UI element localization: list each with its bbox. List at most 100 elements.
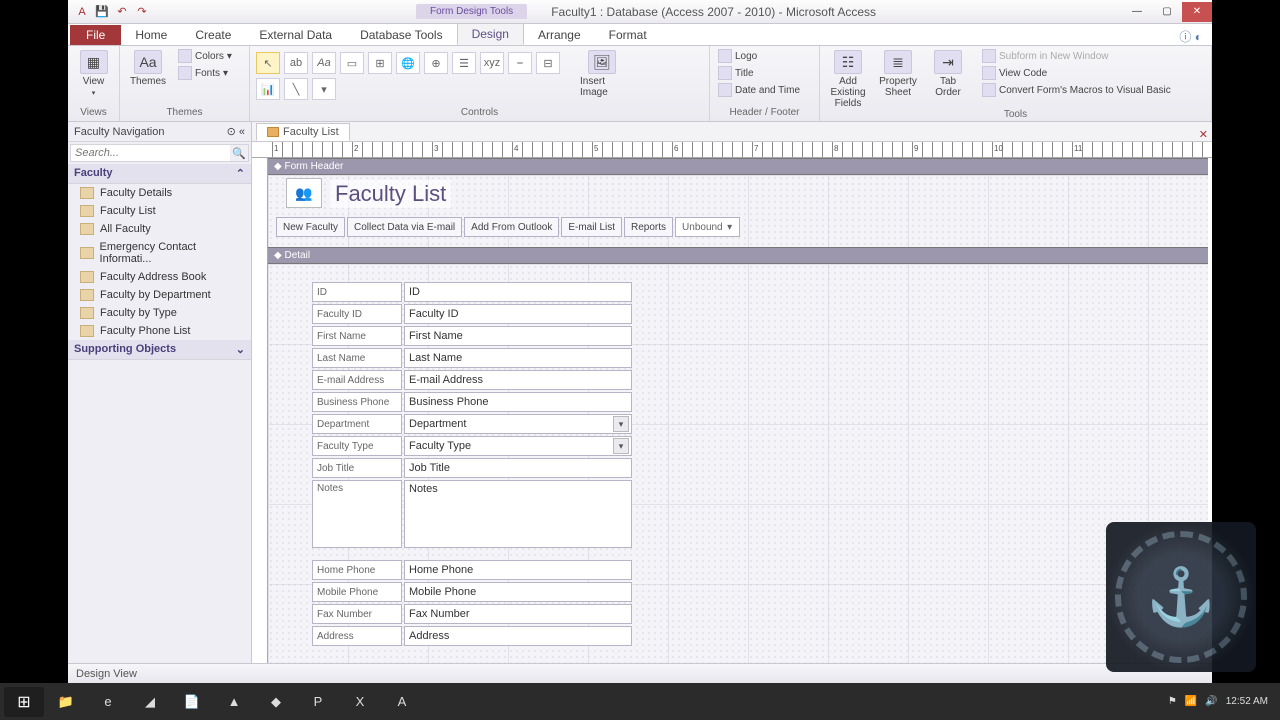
horizontal-ruler[interactable]: 1234567891011 <box>252 142 1212 158</box>
facultytype-label[interactable]: Faculty Type <box>312 436 402 456</box>
jobtitle-label[interactable]: Job Title <box>312 458 402 478</box>
facultyid-label[interactable]: Faculty ID <box>312 304 402 324</box>
web-tool-icon[interactable]: ⊕ <box>424 52 448 74</box>
datetime-button[interactable]: Date and Time <box>716 82 802 98</box>
hyperlink-tool-icon[interactable]: 🌐 <box>396 52 420 74</box>
taskbar-app-icon[interactable]: ◆ <box>256 687 296 717</box>
system-tray[interactable]: ⚑ 📶 🔊 12:52 AM <box>1168 696 1276 707</box>
new-faculty-button[interactable]: New Faculty <box>276 217 345 237</box>
close-tab-icon[interactable]: ✕ <box>1199 128 1208 141</box>
help-icon[interactable]: ⓘ ◐ <box>1179 28 1212 45</box>
themes-button[interactable]: AaThemes <box>126 48 170 87</box>
combo-tool-icon[interactable]: ⊟ <box>536 52 560 74</box>
address-label[interactable]: Address <box>312 626 402 646</box>
select-tool-icon[interactable]: ↖ <box>256 52 280 74</box>
convert-macros-button[interactable]: Convert Form's Macros to Visual Basic <box>980 82 1173 98</box>
button-tool-icon[interactable]: ▭ <box>340 52 364 74</box>
email-control[interactable]: E-mail Address <box>404 370 632 390</box>
colors-button[interactable]: Colors ▾ <box>176 48 234 64</box>
unbound-combo[interactable]: Unbound▾ <box>675 217 740 237</box>
tray-clock[interactable]: 12:52 AM <box>1226 696 1268 707</box>
email-label[interactable]: E-mail Address <box>312 370 402 390</box>
nav-group-faculty[interactable]: Faculty⌃ <box>68 164 251 184</box>
notes-control[interactable]: Notes <box>404 480 632 548</box>
tab-file[interactable]: File <box>70 25 121 45</box>
property-sheet-button[interactable]: ≣Property Sheet <box>876 48 920 98</box>
pagebreak-tool-icon[interactable]: ⎯ <box>508 52 532 74</box>
taskbar-access-icon[interactable]: A <box>382 687 422 717</box>
nav-group-supporting[interactable]: Supporting Objects⌄ <box>68 340 251 360</box>
firstname-control[interactable]: First Name <box>404 326 632 346</box>
form-title-label[interactable]: Faculty List <box>330 180 451 208</box>
reports-button[interactable]: Reports <box>624 217 673 237</box>
minimize-button[interactable]: — <box>1122 2 1152 22</box>
taskbar-ie-icon[interactable]: e <box>88 687 128 717</box>
view-code-button[interactable]: View Code <box>980 65 1173 81</box>
search-input[interactable] <box>71 145 230 161</box>
firstname-label[interactable]: First Name <box>312 326 402 346</box>
homephone-control[interactable]: Home Phone <box>404 560 632 580</box>
nav-tool-icon[interactable]: ☰ <box>452 52 476 74</box>
taskbar-powerpoint-icon[interactable]: P <box>298 687 338 717</box>
tab-format[interactable]: Format <box>595 25 661 45</box>
tab-faculty-list[interactable]: Faculty List <box>256 123 350 141</box>
collect-data-button[interactable]: Collect Data via E-mail <box>347 217 462 237</box>
option-tool-icon[interactable]: xyz <box>480 52 504 74</box>
line-tool-icon[interactable]: ╲ <box>284 78 308 100</box>
lastname-label[interactable]: Last Name <box>312 348 402 368</box>
tab-tool-icon[interactable]: ⊞ <box>368 52 392 74</box>
tab-database-tools[interactable]: Database Tools <box>346 25 457 45</box>
label-tool-icon[interactable]: Aa <box>312 52 336 74</box>
tab-external-data[interactable]: External Data <box>245 25 346 45</box>
design-surface[interactable]: ◆ Form Header 👥 Faculty List New Faculty… <box>252 158 1212 663</box>
lastname-control[interactable]: Last Name <box>404 348 632 368</box>
undo-icon[interactable]: ↶ <box>114 4 130 20</box>
facultytype-combo[interactable]: Faculty Type <box>404 436 632 456</box>
save-icon[interactable]: 💾 <box>94 4 110 20</box>
section-detail[interactable]: ◆ Detail <box>268 247 1208 264</box>
redo-icon[interactable]: ↷ <box>134 4 150 20</box>
form-header-section[interactable]: 👥 Faculty List New Faculty Collect Data … <box>268 175 1208 247</box>
tray-volume-icon[interactable]: 🔊 <box>1205 696 1217 707</box>
navpane-header[interactable]: Faculty Navigation⊙ « <box>68 122 251 142</box>
add-fields-button[interactable]: ☷Add Existing Fields <box>826 48 870 109</box>
id-control[interactable]: ID <box>404 282 632 302</box>
tab-order-button[interactable]: ⇥Tab Order <box>926 48 970 98</box>
taskbar-explorer-icon[interactable]: 📁 <box>46 687 86 717</box>
view-button[interactable]: ▦View▾ <box>74 48 113 97</box>
chevron-left-icon[interactable]: ⊙ « <box>227 125 245 138</box>
department-combo[interactable]: Department <box>404 414 632 434</box>
more-tools-icon[interactable]: ▾ <box>312 78 336 100</box>
detail-section[interactable]: IDID Faculty IDFaculty ID First NameFirs… <box>268 264 1208 663</box>
taskbar-excel-icon[interactable]: X <box>340 687 380 717</box>
taskbar-notepad-icon[interactable]: 📄 <box>172 687 212 717</box>
logo-button[interactable]: Logo <box>716 48 802 64</box>
nav-item-phone-list[interactable]: Faculty Phone List <box>68 322 251 340</box>
mobilephone-control[interactable]: Mobile Phone <box>404 582 632 602</box>
tab-create[interactable]: Create <box>181 25 245 45</box>
section-form-header[interactable]: ◆ Form Header <box>268 158 1208 175</box>
businessphone-control[interactable]: Business Phone <box>404 392 632 412</box>
tray-flag-icon[interactable]: ⚑ <box>1168 696 1177 707</box>
search-icon[interactable]: 🔍 <box>230 145 248 161</box>
close-button[interactable]: ✕ <box>1182 2 1212 22</box>
start-button[interactable]: ⊞ <box>4 687 44 717</box>
vertical-ruler[interactable] <box>252 158 268 663</box>
add-from-outlook-button[interactable]: Add From Outlook <box>464 217 559 237</box>
fax-label[interactable]: Fax Number <box>312 604 402 624</box>
facultyid-control[interactable]: Faculty ID <box>404 304 632 324</box>
jobtitle-control[interactable]: Job Title <box>404 458 632 478</box>
nav-item-by-type[interactable]: Faculty by Type <box>68 304 251 322</box>
taskbar-vs-icon[interactable]: ◢ <box>130 687 170 717</box>
id-label[interactable]: ID <box>312 282 402 302</box>
title-button[interactable]: Title <box>716 65 802 81</box>
department-label[interactable]: Department <box>312 414 402 434</box>
tab-arrange[interactable]: Arrange <box>524 25 595 45</box>
tab-home[interactable]: Home <box>121 25 181 45</box>
chart-tool-icon[interactable]: 📊 <box>256 78 280 100</box>
address-control[interactable]: Address <box>404 626 632 646</box>
textbox-tool-icon[interactable]: ab <box>284 52 308 74</box>
nav-item-all-faculty[interactable]: All Faculty <box>68 220 251 238</box>
nav-item-by-department[interactable]: Faculty by Department <box>68 286 251 304</box>
form-logo-control[interactable]: 👥 <box>286 178 322 208</box>
